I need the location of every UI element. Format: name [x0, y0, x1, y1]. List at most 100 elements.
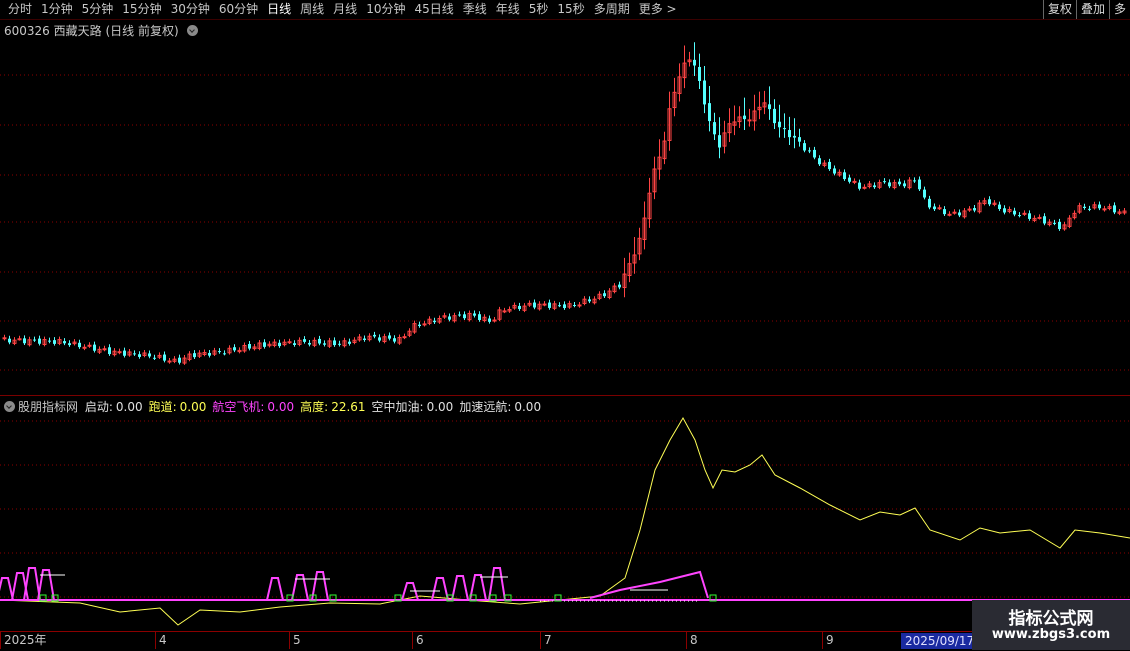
axis-month-label: 6: [412, 632, 424, 649]
candle-body: [542, 303, 547, 306]
chevron-down-icon[interactable]: [186, 25, 198, 36]
axis-month-label: 2025年: [0, 632, 47, 649]
axis-month-label: 8: [686, 632, 698, 649]
indicator-field: 航空飞机: 0.00: [212, 400, 297, 414]
candle-body: [828, 161, 831, 170]
candle-body: [218, 351, 221, 353]
height-line: [0, 416, 1130, 626]
chevron-down-icon[interactable]: [4, 401, 15, 412]
candle-body: [1037, 216, 1042, 219]
candle-body: [502, 310, 507, 313]
stock-code: 600326: [4, 24, 50, 38]
candle-body: [783, 128, 786, 130]
candle-body: [918, 179, 921, 190]
watermark-url: www.zbgs3.com: [991, 627, 1111, 642]
indicator-name: 股朋指标网: [18, 400, 79, 414]
candle-body: [233, 347, 236, 351]
candle-body: [618, 284, 621, 288]
candle-body: [952, 211, 957, 214]
candle-body: [388, 335, 391, 339]
candle-body: [818, 158, 821, 165]
candle-body: [573, 305, 576, 307]
candle-body: [788, 130, 791, 138]
candle-body: [923, 189, 926, 198]
candle-body: [1083, 206, 1086, 208]
indicator-field: 空中加油: 0.00: [372, 400, 457, 414]
candle-body: [433, 320, 436, 323]
candle-body: [117, 351, 122, 354]
candle-body: [903, 183, 906, 187]
candle-body: [63, 341, 66, 344]
candle-body: [33, 339, 36, 341]
candle-body: [773, 108, 776, 124]
candle-body: [348, 341, 351, 344]
candle-body: [698, 66, 701, 82]
candle-body: [458, 314, 461, 316]
candle-body: [323, 343, 326, 345]
candle-body: [913, 180, 916, 182]
chart-canvas[interactable]: [0, 0, 1130, 650]
plane-spike: [0, 577, 14, 601]
candle-body: [422, 323, 427, 326]
plane-ramp: [589, 570, 709, 599]
candle-body: [558, 305, 561, 307]
indicator-field-label: 航空飞机:: [212, 400, 265, 414]
candle-body: [888, 182, 891, 187]
candle-body: [318, 338, 321, 344]
candle-body: [263, 342, 266, 347]
candle-body: [68, 343, 71, 346]
candle-body: [533, 302, 536, 308]
candle-body: [833, 168, 836, 174]
candle-body: [393, 338, 396, 342]
price-panel-title: 600326 西藏天路 (日线 前复权): [4, 22, 198, 39]
candle-body: [363, 338, 366, 340]
candle-body: [693, 59, 696, 66]
candle-body: [928, 198, 931, 208]
candle-body: [1098, 204, 1101, 209]
candle-body: [862, 186, 867, 189]
candle-body: [1028, 213, 1031, 219]
candle-body: [338, 343, 341, 345]
watermark-title: 指标公式网: [1008, 609, 1094, 629]
candle-body: [378, 337, 381, 341]
candle-body: [1113, 205, 1116, 213]
indicator-field: 启动: 0.00: [85, 400, 146, 414]
candle-body: [813, 149, 816, 158]
candle-body: [23, 338, 26, 344]
candle-body: [248, 343, 251, 349]
candle-body: [933, 206, 936, 210]
candle-body: [178, 357, 181, 363]
axis-month-label: 5: [289, 632, 301, 649]
candle-body: [718, 135, 721, 148]
candle-body: [418, 324, 421, 327]
indicator-field-value: 0.00: [179, 400, 207, 414]
candle-body: [1053, 222, 1056, 224]
time-axis: 2025/09/17/3 2025年 4 5 6 7 8 9: [0, 631, 1130, 651]
watermark-logo: 指标公式网 www.zbgs3.com: [972, 600, 1130, 650]
candle-body: [873, 185, 876, 188]
candle-body: [548, 302, 551, 308]
candle-body: [1088, 208, 1091, 210]
candle-body: [163, 354, 166, 361]
candle-body: [848, 177, 851, 182]
candle-body: [2, 337, 7, 340]
indicator-field-label: 加速远航:: [459, 400, 512, 414]
candle-body: [973, 208, 976, 211]
candle-body: [148, 353, 151, 357]
candle-body: [898, 181, 901, 185]
candle-body: [943, 209, 946, 215]
candle-body: [53, 340, 56, 344]
candle-body: [1022, 212, 1027, 215]
candle-body: [153, 357, 156, 359]
candle-body: [713, 122, 716, 135]
candle-body: [958, 212, 961, 216]
candle-body: [193, 353, 196, 358]
candle-body: [478, 314, 481, 320]
candle-body: [138, 354, 141, 357]
stock-name: 西藏天路: [53, 24, 102, 38]
candle-body: [448, 316, 451, 320]
candle-body: [703, 80, 706, 105]
candle-body: [108, 347, 111, 355]
candle-body: [167, 360, 172, 363]
candle-body: [1018, 215, 1021, 217]
